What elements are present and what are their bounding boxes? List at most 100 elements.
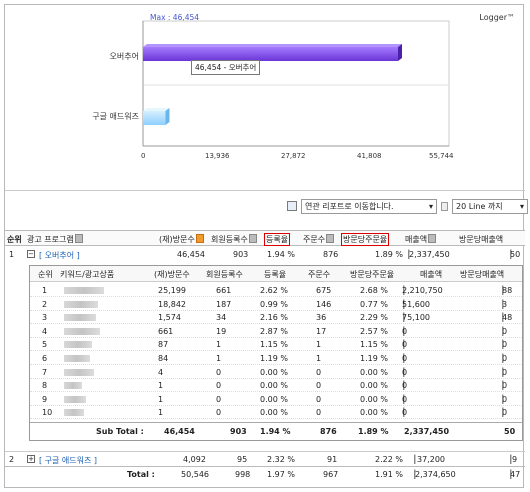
bar-icon: ▕ — [505, 455, 512, 464]
group-visits: 46,454 — [177, 250, 205, 259]
line-count-select[interactable]: 20 Line 까지 ▾ — [452, 198, 528, 214]
table-row[interactable]: 6 84 1 1.19 % 1 1.19 % 0 0 ▕ ▕ — [30, 352, 522, 365]
x-tick-3: 41,808 — [357, 152, 382, 160]
chevron-down-icon: ▾ — [428, 201, 433, 211]
table-row[interactable]: 4 661 19 2.87 % 17 2.57 % 0 0 ▕ ▕ — [30, 325, 522, 338]
col-regs[interactable]: 회원등록수 — [211, 234, 257, 245]
bar-icon: ▕ — [398, 354, 405, 363]
table-row[interactable]: 1 25,199 661 2.62 % 675 2.68 % 2,210,750 88 ▕ ▕ — [30, 284, 522, 297]
table-row[interactable]: 7 4 0 0.00 % 0 0.00 % 0 0 ▕ ▕ — [30, 366, 522, 379]
group-order-rate: 1.89 % — [375, 250, 403, 259]
related-report-select[interactable]: 연관 리포트로 이동합니다. ▾ — [301, 198, 437, 214]
bar-0[interactable] — [143, 47, 399, 61]
sub-visits: 4 — [158, 367, 164, 377]
table-row[interactable]: 5 87 1 1.15 % 1 1.15 % 0 0 ▕ ▕ — [30, 338, 522, 352]
redacted-keyword — [64, 300, 98, 308]
sub-col-orders: 주문수 — [308, 270, 331, 279]
col-visits[interactable]: (재)방문수 — [159, 234, 204, 245]
col-reg-rate[interactable]: 등록율 — [264, 233, 291, 246]
group-order-rate: 2.22 % — [375, 455, 403, 464]
bar-icon: ▕ — [497, 354, 504, 363]
bar-1-side — [165, 108, 170, 125]
group-orders: 876 — [323, 250, 339, 259]
sub-col-regs: 회원등록수 — [206, 270, 243, 279]
sub-regs: 661 — [216, 286, 232, 295]
sub-col-rank: 순위 — [38, 270, 53, 279]
sub-orders: 17 — [316, 326, 327, 336]
group-row[interactable]: 1 − [ 오버추어 ] 46,454 903 1.94 % 876 1.89 … — [5, 248, 525, 262]
expand-icon[interactable]: + — [27, 455, 35, 463]
table-row[interactable]: 9 1 0 0.00 % 0 0.00 % 0 0 ▕ ▕ — [30, 393, 522, 406]
sub-order-rate: 2.29 % — [360, 313, 388, 323]
sub-visits: 87 — [158, 340, 169, 350]
sub-rank: 10 — [42, 408, 53, 418]
collapse-icon[interactable]: − — [27, 250, 35, 258]
sort-icon[interactable] — [326, 234, 335, 243]
group-name-link[interactable]: [ 오버추어 ] — [39, 250, 80, 261]
group-orders: 91 — [327, 455, 338, 464]
sub-rate: 2.16 % — [260, 313, 288, 323]
sub-orders: 36 — [316, 313, 327, 323]
bar-chart: Max : 46,454 Logger™ 오버추어 구글 애드워즈 0 13,9… — [5, 5, 525, 185]
col-program[interactable]: 광고 프로그램 — [27, 234, 83, 245]
chart-report-icon[interactable] — [287, 201, 297, 211]
sub-rate: 0.99 % — [260, 299, 288, 309]
bar-1[interactable] — [143, 111, 166, 125]
keyword-subtable: 순위 키워드/광고상품 (재)방문수 회원등록수 등록율 주문수 방문당주문율 … — [29, 265, 523, 441]
bar-icon: ▕ — [497, 394, 504, 404]
sort-icon[interactable] — [248, 234, 257, 243]
redacted-keyword — [64, 395, 86, 403]
sub-rate: 2.62 % — [260, 286, 288, 295]
sub-orders: 0 — [316, 367, 322, 377]
sub-sales: 51,600 — [402, 299, 430, 309]
sub-regs: 0 — [216, 408, 222, 418]
col-order-rate[interactable]: 방문당주문율 — [341, 233, 390, 246]
col-orders[interactable]: 주문수 — [303, 234, 335, 245]
sub-visits: 18,842 — [158, 299, 186, 309]
col-orders-label: 주문수 — [303, 235, 326, 244]
col-regs-label: 회원등록수 — [211, 235, 248, 244]
bar-icon: ▕ — [398, 326, 405, 336]
total-row: Total : 50,546 998 1.97 % 967 1.91 % ▕ 2… — [5, 466, 525, 480]
group-rank: 2 — [9, 455, 15, 464]
sub-rank: 7 — [42, 367, 48, 377]
bar-icon: ▕ — [398, 286, 405, 295]
table-row[interactable]: 3 1,574 34 2.16 % 36 2.29 % 75,100 48 ▕ ▕ — [30, 311, 522, 325]
redacted-keyword — [64, 287, 104, 294]
subtotal-rate: 1.94 % — [260, 427, 291, 436]
subtotal-visits: 46,454 — [164, 427, 195, 436]
total-visits: 50,546 — [181, 470, 209, 479]
subtotal-label: Sub Total : — [96, 427, 144, 436]
bar-1-top — [143, 108, 170, 111]
col-sales[interactable]: 매출액 — [405, 234, 437, 245]
group-regs: 95 — [237, 455, 248, 464]
table-row[interactable]: 8 1 0 0.00 % 0 0.00 % 0 0 ▕ ▕ — [30, 379, 522, 393]
table-row[interactable]: 2 18,842 187 0.99 % 146 0.77 % 51,600 3 ▕ ▕ — [30, 298, 522, 311]
group-row[interactable]: 2 + [ 구글 애드워즈 ] 4,092 95 2.32 % 91 2.22 … — [5, 451, 525, 465]
col-sales-label: 매출액 — [405, 235, 428, 244]
sub-visits: 661 — [158, 326, 174, 336]
x-tick-0: 0 — [141, 152, 146, 160]
sub-orders: 1 — [316, 340, 322, 350]
sub-order-rate: 2.57 % — [360, 326, 388, 336]
table-row[interactable]: 10 1 0 0.00 % 0 0.00 % 0 0 ▕ ▕ — [30, 406, 522, 420]
bar-icon: ▕ — [398, 381, 405, 391]
x-tick-2: 27,872 — [281, 152, 306, 160]
bar-icon: ▕ — [497, 340, 504, 350]
group-rate: 1.94 % — [267, 250, 295, 259]
sort-icon[interactable] — [74, 234, 83, 243]
sub-visits: 84 — [158, 354, 169, 363]
col-per-visit[interactable]: 방문당매출액 — [459, 234, 503, 245]
sub-visits: 1 — [158, 381, 164, 391]
group-name-link[interactable]: [ 구글 애드워즈 ] — [39, 455, 97, 466]
sub-order-rate: 0.00 % — [360, 381, 388, 391]
sort-icon[interactable] — [428, 234, 437, 243]
sub-sales: 2,210,750 — [402, 286, 443, 295]
sub-col-sales: 매출액 — [420, 270, 443, 279]
redacted-keyword — [64, 368, 94, 376]
subtotal-order-rate: 1.89 % — [358, 427, 389, 436]
col-visits-label: (재)방문수 — [159, 235, 195, 244]
total-orders: 967 — [323, 470, 339, 479]
sort-icon[interactable] — [195, 234, 204, 243]
group-regs: 903 — [233, 250, 249, 259]
